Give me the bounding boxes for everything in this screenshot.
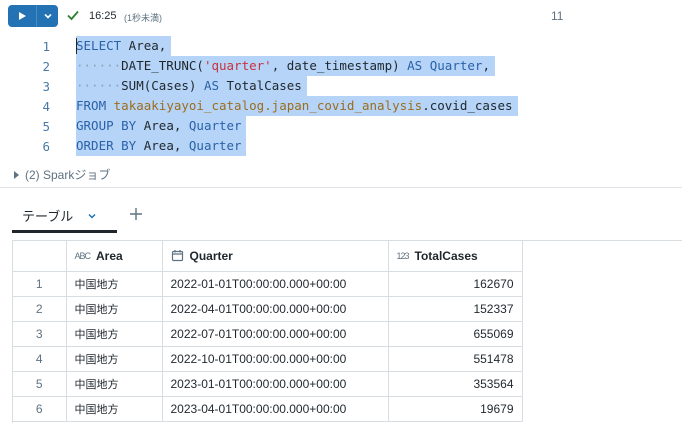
table-row[interactable]: 4 中国地方 2022-10-01T00:00:00.000+00:00 551478	[13, 346, 523, 372]
run-button-group	[8, 5, 58, 27]
table-row[interactable]: 2 中国地方 2022-04-01T00:00:00.000+00:00 152337	[13, 296, 523, 322]
table-cell-quarter[interactable]: 2022-10-01T00:00:00.000+00:00	[162, 346, 389, 372]
line-number: 1	[42, 39, 50, 54]
table-cell-idx[interactable]: 2	[13, 296, 67, 322]
code-line[interactable]: 3 ······SUM(Cases) AS TotalCases	[0, 76, 682, 96]
table-row[interactable]: 3 中国地方 2022-07-01T00:00:00.000+00:00 655069	[13, 321, 523, 347]
column-header-area[interactable]: ABC Area	[66, 241, 163, 272]
table-cell-idx[interactable]: 3	[13, 321, 67, 347]
table-header-row: ABC Area Quarter 123 TotalCases	[13, 241, 523, 272]
line-number: 5	[42, 119, 50, 134]
table-cell-area[interactable]: 中国地方	[66, 296, 163, 322]
text-cursor	[76, 38, 77, 54]
table-cell-total[interactable]: 152337	[388, 296, 523, 322]
cell-number: 11	[551, 9, 564, 23]
table-row[interactable]: 1 中国地方 2022-01-01T00:00:00.000+00:00 162670	[13, 271, 523, 297]
string-type-icon: ABC	[74, 250, 91, 261]
code-line[interactable]: 6 ORDER BY Area, Quarter	[0, 136, 682, 156]
tab-table[interactable]: テーブル	[22, 200, 97, 231]
spark-jobs-toggle[interactable]: (2) Sparkジョブ	[14, 166, 110, 183]
code-line[interactable]: 4 FROM takaakiyayoi_catalog.japan_covid_a…	[0, 96, 682, 116]
table-cell-total[interactable]: 19679	[388, 396, 523, 422]
table-cell-idx[interactable]: 1	[13, 271, 67, 297]
code-text: ORDER BY Area, Quarter	[76, 138, 242, 153]
code-text: GROUP BY Area, Quarter	[76, 118, 242, 133]
spark-jobs-label: (2) Sparkジョブ	[25, 168, 111, 182]
table-cell-idx[interactable]: 6	[13, 396, 67, 422]
table-cell-area[interactable]: 中国地方	[66, 396, 163, 422]
table-cell-quarter[interactable]: 2023-01-01T00:00:00.000+00:00	[162, 371, 389, 397]
code-text: ······SUM(Cases) AS TotalCases	[76, 78, 302, 93]
run-duration: (1秒未満)	[124, 13, 162, 23]
result-table: ABC Area Quarter 123 TotalCases 1 中国地方 2022-…	[12, 240, 682, 423]
table-cell-total[interactable]: 162670	[388, 271, 523, 297]
table-cell-total[interactable]: 655069	[388, 321, 523, 347]
chevron-down-icon[interactable]	[87, 211, 97, 221]
run-cell-button[interactable]	[8, 5, 36, 27]
line-number: 2	[42, 59, 50, 74]
table-cell-quarter[interactable]: 2022-04-01T00:00:00.000+00:00	[162, 296, 389, 322]
section-divider	[0, 187, 682, 188]
table-cell-area[interactable]: 中国地方	[66, 371, 163, 397]
table-cell-idx[interactable]: 5	[13, 371, 67, 397]
tab-table-label: テーブル	[22, 209, 74, 224]
table-row[interactable]: 5 中国地方 2023-01-01T00:00:00.000+00:00 353564	[13, 371, 523, 397]
run-options-dropdown[interactable]	[37, 5, 58, 27]
line-number: 3	[42, 79, 50, 94]
code-line[interactable]: 5 GROUP BY Area, Quarter	[0, 116, 682, 136]
table-cell-quarter[interactable]: 2022-01-01T00:00:00.000+00:00	[162, 271, 389, 297]
check-icon	[67, 10, 79, 21]
line-number: 6	[42, 139, 50, 154]
code-line[interactable]: 2 ······DATE_TRUNC('quarter', date_timest…	[0, 56, 682, 76]
table-cell-quarter[interactable]: 2022-07-01T00:00:00.000+00:00	[162, 321, 389, 347]
run-time: 16:25	[89, 10, 117, 22]
column-header-quarter[interactable]: Quarter	[162, 241, 389, 272]
column-header-totalcases[interactable]: 123 TotalCases	[388, 241, 523, 272]
table-cell-area[interactable]: 中国地方	[66, 321, 163, 347]
play-icon	[19, 12, 26, 20]
table-cell-total[interactable]: 353564	[388, 371, 523, 397]
table-cell-idx[interactable]: 4	[13, 346, 67, 372]
table-cell-area[interactable]: 中国地方	[66, 271, 163, 297]
table-cell-total[interactable]: 551478	[388, 346, 523, 372]
table-row[interactable]: 6 中国地方 2023-04-01T00:00:00.000+00:00 19679	[13, 396, 523, 422]
plus-icon[interactable]	[127, 205, 145, 223]
active-tab-indicator	[12, 230, 117, 233]
table-cell-quarter[interactable]: 2023-04-01T00:00:00.000+00:00	[162, 396, 389, 422]
caret-right-icon	[14, 170, 19, 179]
code-editor[interactable]: 1 SELECT Area, 2 ······DATE_TRUNC('quarter'…	[0, 36, 682, 156]
calendar-icon	[171, 250, 183, 262]
code-line[interactable]: 1 SELECT Area,	[0, 36, 682, 56]
column-header-index	[13, 241, 67, 272]
table-cell-area[interactable]: 中国地方	[66, 346, 163, 372]
number-type-icon: 123	[396, 250, 410, 261]
chevron-down-icon	[43, 13, 52, 19]
code-text: SELECT Area,	[76, 38, 167, 53]
code-text: FROM takaakiyayoi_catalog.japan_covid_an…	[76, 98, 513, 113]
code-text: ······DATE_TRUNC('quarter', date_timesta…	[76, 58, 490, 73]
line-number: 4	[42, 99, 50, 114]
